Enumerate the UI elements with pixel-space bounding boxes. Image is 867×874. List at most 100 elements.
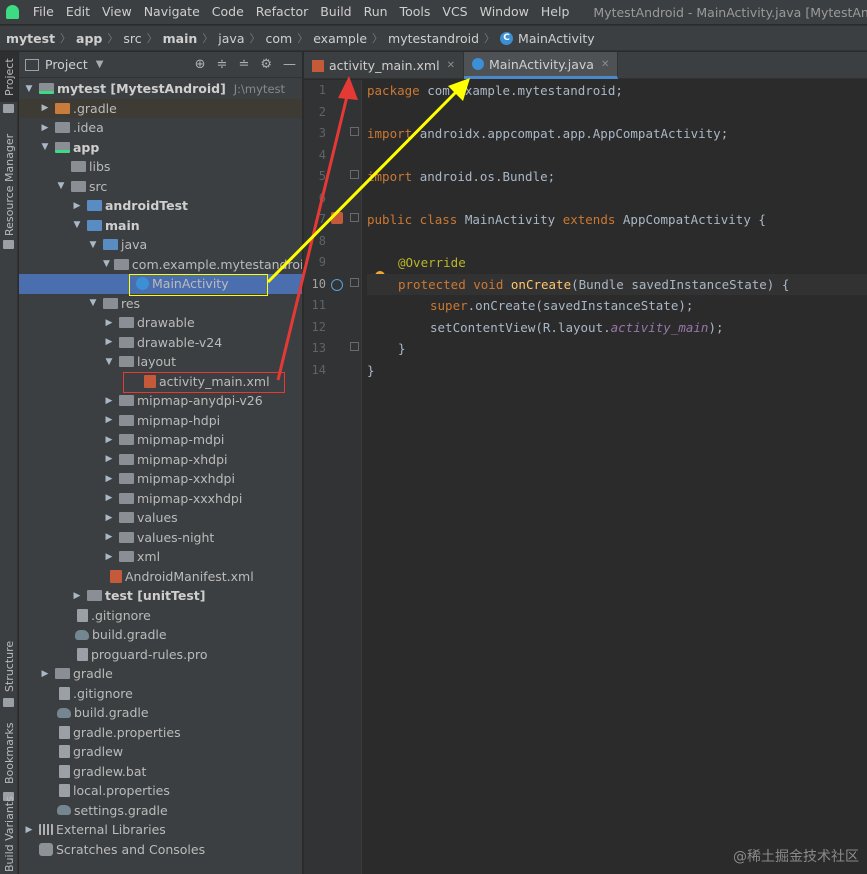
tree-item[interactable]: gradlew.bat (19, 762, 302, 782)
chevron-down-icon[interactable]: ▼ (103, 259, 110, 269)
tree-item[interactable]: .gitignore (19, 606, 302, 626)
tree-item[interactable]: ▼ layout (19, 352, 302, 372)
tree-item[interactable]: libs (19, 157, 302, 177)
tree-item[interactable]: ▼ res (19, 294, 302, 314)
chevron-right-icon[interactable]: ▶ (103, 493, 115, 503)
chevron-right-icon[interactable]: ▶ (23, 825, 35, 835)
menu-view[interactable]: View (96, 0, 138, 24)
chevron-down-icon[interactable]: ▼ (87, 240, 99, 250)
tree-item[interactable]: ▶ gradle (19, 664, 302, 684)
chevron-down-icon[interactable]: ▼ (71, 220, 83, 230)
project-view-selector[interactable]: Project (45, 57, 88, 72)
tool-tab-resource-manager[interactable]: Resource Manager (0, 132, 18, 242)
tool-tab-structure[interactable]: Structure (0, 641, 18, 698)
override-marker-icon[interactable] (331, 279, 343, 291)
tree-item[interactable]: ▶ values (19, 508, 302, 528)
breadcrumb-item[interactable]: mytestandroid (388, 31, 479, 46)
breadcrumb-item[interactable]: src (123, 31, 141, 46)
menu-vcs[interactable]: VCS (436, 0, 473, 24)
breadcrumb-item[interactable]: com (266, 31, 293, 46)
breadcrumb-item[interactable]: MainActivity (518, 31, 595, 46)
fold-icon[interactable] (350, 342, 359, 351)
menu-refactor[interactable]: Refactor (250, 0, 314, 24)
tree-item[interactable]: ▶ mipmap-xxxhdpi (19, 489, 302, 509)
tree-item[interactable]: ▶ External Libraries (19, 820, 302, 840)
tree-item[interactable]: ▶ .gradle (19, 98, 302, 118)
tree-item[interactable]: proguard-rules.pro (19, 645, 302, 665)
chevron-right-icon[interactable]: ▶ (103, 396, 115, 406)
menu-window[interactable]: Window (474, 0, 535, 24)
hide-icon[interactable]: — (283, 57, 296, 72)
chevron-down-icon[interactable]: ▼ (23, 84, 35, 94)
tree-item[interactable]: ▼ mytest [MytestAndroid] J:\mytest (19, 79, 302, 99)
menu-code[interactable]: Code (206, 0, 250, 24)
tree-item[interactable]: ▶ mipmap-xhdpi (19, 450, 302, 470)
tool-tab-project[interactable]: Project (0, 52, 18, 102)
tree-item[interactable]: gradle.properties (19, 723, 302, 743)
fold-icon[interactable] (350, 213, 359, 222)
tree-item[interactable]: activity_main.xml (19, 372, 302, 392)
tree-item[interactable]: ▶ test [unitTest] (19, 586, 302, 606)
menu-tools[interactable]: Tools (394, 0, 437, 24)
chevron-down-icon[interactable]: ▼ (39, 142, 51, 152)
menu-edit[interactable]: Edit (60, 0, 96, 24)
chevron-down-icon[interactable]: ▼ (96, 59, 104, 70)
tree-item[interactable]: settings.gradle (19, 801, 302, 821)
tab-activity-main-xml[interactable]: activity_main.xml ✕ (304, 52, 464, 79)
tree-item[interactable]: ▼ app (19, 138, 302, 158)
tree-item[interactable]: ▼ java (19, 235, 302, 255)
chevron-right-icon[interactable]: ▶ (39, 103, 51, 113)
close-icon[interactable]: ✕ (447, 60, 455, 71)
tree-item[interactable]: ▶ mipmap-anydpi-v26 (19, 391, 302, 411)
chevron-right-icon[interactable]: ▶ (103, 337, 115, 347)
tree-item[interactable]: ▶ mipmap-hdpi (19, 411, 302, 431)
tree-item[interactable]: ▶ values-night (19, 528, 302, 548)
collapse-all-icon[interactable]: ≐ (238, 57, 249, 72)
menu-run[interactable]: Run (358, 0, 394, 24)
breadcrumb-item[interactable]: app (76, 31, 102, 46)
expand-all-icon[interactable]: ≑ (217, 57, 228, 72)
menu-help[interactable]: Help (535, 0, 576, 24)
tab-main-activity-java[interactable]: MainActivity.java ✕ (463, 52, 619, 79)
tree-item[interactable]: build.gradle (19, 703, 302, 723)
chevron-right-icon[interactable]: ▶ (71, 591, 83, 601)
tree-item[interactable]: ▶ androidTest (19, 196, 302, 216)
chevron-down-icon[interactable]: ▼ (55, 181, 67, 191)
chevron-down-icon[interactable]: ▼ (103, 357, 115, 367)
tree-item-selected[interactable]: MainActivity (19, 274, 302, 294)
tree-item[interactable]: build.gradle (19, 625, 302, 645)
tree-item[interactable]: Scratches and Consoles (19, 840, 302, 860)
chevron-right-icon[interactable]: ▶ (103, 435, 115, 445)
tree-item[interactable]: ▼ com.example.mytestandroid (19, 255, 302, 275)
tree-item[interactable]: local.properties (19, 781, 302, 801)
chevron-right-icon[interactable]: ▶ (103, 532, 115, 542)
tree-item[interactable]: ▶ mipmap-mdpi (19, 430, 302, 450)
fold-icon[interactable] (350, 278, 359, 287)
tree-item[interactable]: ▶ xml (19, 547, 302, 567)
breadcrumb-item[interactable]: example (313, 31, 367, 46)
chevron-right-icon[interactable]: ▶ (103, 454, 115, 464)
chevron-right-icon[interactable]: ▶ (103, 552, 115, 562)
chevron-right-icon[interactable]: ▶ (103, 415, 115, 425)
chevron-right-icon[interactable]: ▶ (103, 318, 115, 328)
tree-item[interactable]: ▶ drawable-v24 (19, 333, 302, 353)
fold-icon[interactable] (350, 170, 359, 179)
tree-item[interactable]: ▶ drawable (19, 313, 302, 333)
gear-icon[interactable]: ⚙ (260, 57, 272, 72)
tree-item[interactable]: .gitignore (19, 684, 302, 704)
chevron-right-icon[interactable]: ▶ (71, 201, 83, 211)
menu-file[interactable]: File (27, 0, 60, 24)
menu-navigate[interactable]: Navigate (138, 0, 206, 24)
locate-icon[interactable]: ⊕ (195, 57, 206, 72)
chevron-right-icon[interactable]: ▶ (39, 123, 51, 133)
breadcrumb-item[interactable]: java (218, 31, 244, 46)
tree-item[interactable]: ▶ .idea (19, 118, 302, 138)
chevron-right-icon[interactable]: ▶ (39, 669, 51, 679)
tree-item[interactable]: ▶ mipmap-xxhdpi (19, 469, 302, 489)
breadcrumb-item[interactable]: mytest (6, 31, 55, 46)
related-layout-icon[interactable] (331, 212, 343, 224)
tree-item[interactable]: ▼ main (19, 216, 302, 236)
tree-item[interactable]: ▼ src (19, 177, 302, 197)
chevron-down-icon[interactable]: ▼ (87, 298, 99, 308)
fold-icon[interactable] (350, 127, 359, 136)
